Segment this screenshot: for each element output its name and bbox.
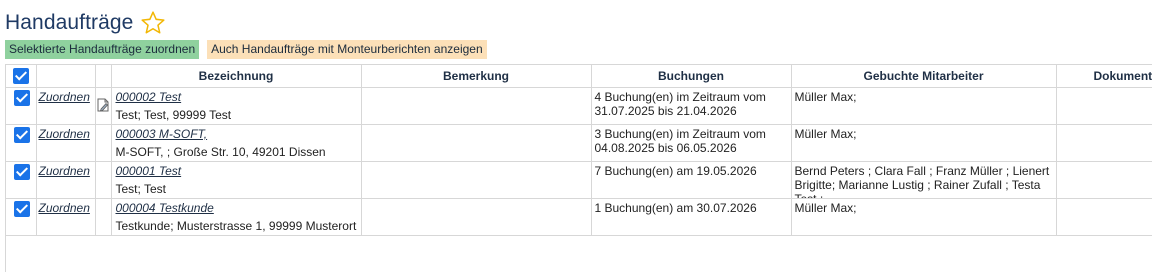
assign-link[interactable]: Zuordnen: [37, 199, 95, 215]
documents-text: [1057, 88, 1152, 90]
row-checkbox[interactable]: [14, 90, 30, 106]
row-dokumente-cell: [1056, 199, 1152, 236]
remark-text: [362, 88, 591, 90]
order-address: M-SOFT, ; Große Str. 10, 49201 Dissen: [112, 141, 361, 159]
row-checkbox[interactable]: [14, 201, 30, 217]
row-icon-cell: [95, 199, 111, 236]
documents-text: [1057, 125, 1152, 127]
row-mitarbeiter-cell: Müller Max;: [791, 88, 1056, 125]
assign-link[interactable]: Zuordnen: [37, 125, 95, 141]
row-select-cell: [6, 162, 36, 199]
bookings-text: 7 Buchung(en) am 19.05.2026: [592, 162, 791, 178]
employees-text: Müller Max;: [792, 88, 1056, 124]
row-action-cell: Zuordnen: [36, 125, 95, 162]
header-action: [36, 65, 95, 88]
title-row: Handaufträge: [5, 9, 166, 37]
header-dokumente[interactable]: Dokumente: [1056, 65, 1152, 88]
row-buchungen-cell: 7 Buchung(en) am 19.05.2026: [591, 162, 791, 199]
header-icon: [95, 65, 111, 88]
bookings-text: 3 Buchung(en) im Zeitraum vom 04.08.2025…: [592, 125, 791, 155]
row-action-cell: Zuordnen: [36, 162, 95, 199]
employees-text: Bernd Peters ; Clara Fall ; Franz Müller…: [792, 162, 1056, 198]
row-mitarbeiter-cell: Bernd Peters ; Clara Fall ; Franz Müller…: [791, 162, 1056, 199]
row-action-cell: Zuordnen: [36, 88, 95, 125]
row-select-cell: [6, 88, 36, 125]
employees-text: Müller Max;: [792, 125, 1056, 161]
star-icon[interactable]: [140, 10, 166, 36]
assign-link[interactable]: Zuordnen: [37, 88, 95, 104]
show-with-reports-button[interactable]: Auch Handaufträge mit Monteurberichten a…: [207, 40, 487, 59]
remark-text: [362, 199, 591, 201]
row-dokumente-cell: [1056, 162, 1152, 199]
table-row: Zuordnen 000003 M-SOFT, M-SOFT, ; Große …: [6, 125, 1152, 162]
row-bemerkung-cell: [361, 162, 591, 199]
row-dokumente-cell: [1056, 88, 1152, 125]
header-buchungen[interactable]: Buchungen: [591, 65, 791, 88]
header-mitarbeiter[interactable]: Gebuchte Mitarbeiter: [791, 65, 1056, 88]
row-bemerkung-cell: [361, 88, 591, 125]
assign-selected-button[interactable]: Selektierte Handaufträge zuordnen: [5, 40, 199, 59]
header-bemerkung[interactable]: Bemerkung: [361, 65, 591, 88]
order-address: Test; Test: [112, 178, 361, 196]
page-title: Handaufträge: [5, 11, 133, 35]
documents-text: [1057, 199, 1152, 201]
row-checkbox[interactable]: [14, 164, 30, 180]
table-row: Zuordnen 000001 Test Test; Test 7 Buchun…: [6, 162, 1152, 199]
documents-text: [1057, 162, 1152, 164]
order-title-link[interactable]: 000002 Test: [112, 88, 361, 104]
order-address: Testkunde; Musterstrasse 1, 99999 Muster…: [112, 215, 361, 233]
table-row: Zuordnen 000002 Test Test; Test, 99999 T…: [6, 88, 1152, 125]
row-select-cell: [6, 199, 36, 236]
row-icon-cell: [95, 125, 111, 162]
select-all-cell: [6, 65, 36, 88]
row-buchungen-cell: 4 Buchung(en) im Zeitraum vom 31.07.2025…: [591, 88, 791, 125]
header-bezeichnung[interactable]: Bezeichnung: [111, 65, 361, 88]
row-buchungen-cell: 3 Buchung(en) im Zeitraum vom 04.08.2025…: [591, 125, 791, 162]
select-all-checkbox[interactable]: [13, 68, 29, 84]
row-action-cell: Zuordnen: [36, 199, 95, 236]
edit-note-icon[interactable]: [97, 98, 110, 112]
remark-text: [362, 125, 591, 127]
row-icon-cell: [95, 88, 111, 125]
orders-grid: Bezeichnung Bemerkung Buchungen Gebuchte…: [5, 64, 1152, 272]
row-bemerkung-cell: [361, 199, 591, 236]
row-bezeichnung-cell: 000003 M-SOFT, M-SOFT, ; Große Str. 10, …: [111, 125, 361, 162]
toolbar: Selektierte Handaufträge zuordnen Auch H…: [5, 40, 487, 59]
order-title-link[interactable]: 000003 M-SOFT,: [112, 125, 361, 141]
row-bezeichnung-cell: 000004 Testkunde Testkunde; Musterstrass…: [111, 199, 361, 236]
order-title-link[interactable]: 000004 Testkunde: [112, 199, 361, 215]
table-header-row: Bezeichnung Bemerkung Buchungen Gebuchte…: [6, 65, 1152, 88]
order-address: Test; Test, 99999 Test: [112, 104, 361, 122]
row-mitarbeiter-cell: Müller Max;: [791, 125, 1056, 162]
row-mitarbeiter-cell: Müller Max;: [791, 199, 1056, 236]
employees-text: Müller Max;: [792, 199, 1056, 235]
table-row: Zuordnen 000004 Testkunde Testkunde; Mus…: [6, 199, 1152, 236]
row-checkbox[interactable]: [14, 127, 30, 143]
bookings-text: 4 Buchung(en) im Zeitraum vom 31.07.2025…: [592, 88, 791, 118]
row-bemerkung-cell: [361, 125, 591, 162]
remark-text: [362, 162, 591, 164]
bookings-text: 1 Buchung(en) am 30.07.2026: [592, 199, 791, 215]
row-dokumente-cell: [1056, 125, 1152, 162]
row-bezeichnung-cell: 000002 Test Test; Test, 99999 Test: [111, 88, 361, 125]
row-bezeichnung-cell: 000001 Test Test; Test: [111, 162, 361, 199]
row-icon-cell: [95, 162, 111, 199]
row-buchungen-cell: 1 Buchung(en) am 30.07.2026: [591, 199, 791, 236]
assign-link[interactable]: Zuordnen: [37, 162, 95, 178]
orders-table: Bezeichnung Bemerkung Buchungen Gebuchte…: [6, 65, 1152, 236]
order-title-link[interactable]: 000001 Test: [112, 162, 361, 178]
row-select-cell: [6, 125, 36, 162]
